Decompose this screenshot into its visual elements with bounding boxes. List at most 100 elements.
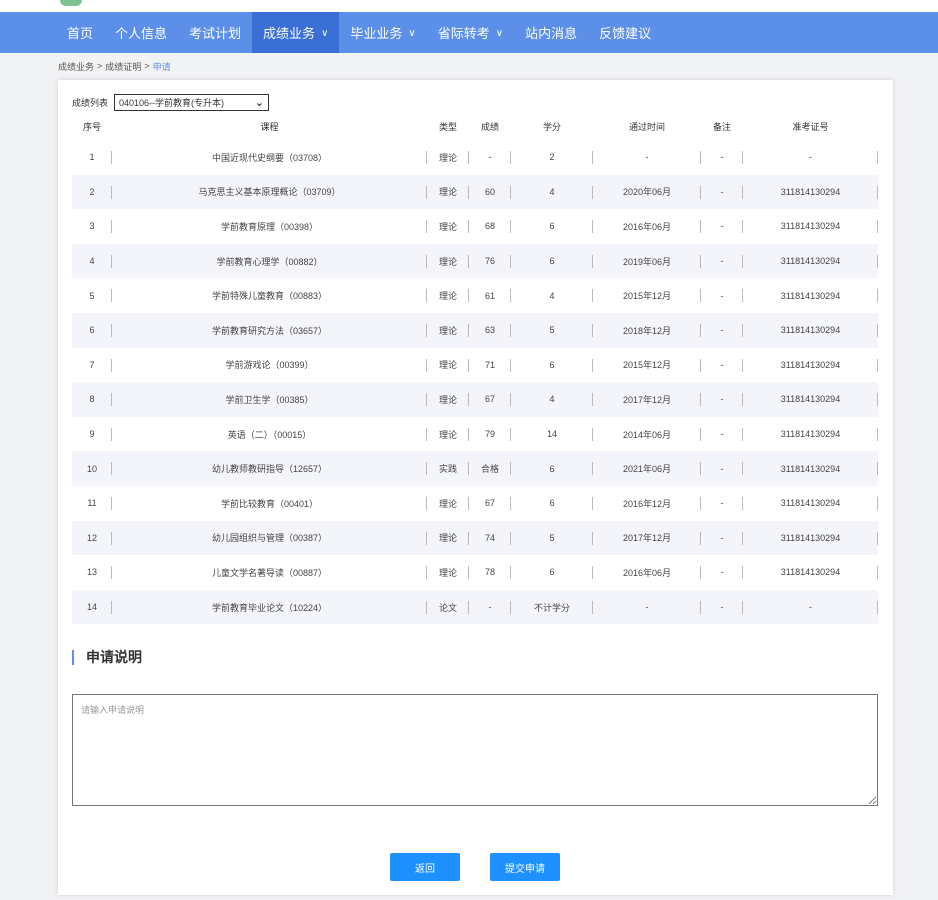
column-header: 序号 [82, 121, 101, 132]
table-row: 1 中国近现代史纲要（03708） 理论 -2- - - [72, 140, 878, 175]
table-cell: 2016年06月 [593, 555, 701, 590]
table-cell: - [743, 589, 878, 625]
table-cell: 4 [511, 382, 593, 417]
table-cell: 2016年12月 [593, 486, 701, 521]
table-cell: 学前教育心理学（00882） [112, 243, 427, 279]
table-row: 3 学前教育原理（00398） 理论 68 6 2016年06月 -311814130294 [72, 209, 878, 244]
nav-item-2[interactable]: 考试计划 [178, 12, 252, 53]
table-cell: - [701, 589, 743, 625]
table-cell: 理论 [427, 417, 469, 452]
table-cell: 理论 [427, 486, 469, 521]
table-cell: 幼儿教师教研指导（12657） [112, 451, 427, 486]
table-cell: 6 [511, 243, 593, 279]
table-cell: 311814130294 [743, 382, 878, 417]
table-cell: 马克思主义基本原理概论（03709） [112, 174, 427, 210]
table-cell: 理论 [427, 278, 469, 313]
nav-item-label: 站内消息 [525, 26, 578, 41]
table-cell: 学前教育研究方法（03657） [112, 312, 427, 348]
table-cell: 311814130294 [743, 209, 878, 244]
table-cell: 英语（二）（00015） [112, 417, 427, 452]
table-body: 1 中国近现代史纲要（03708） 理论 -2- - -2 马克思主义基本原理概论（0370… [72, 140, 878, 625]
table-cell: 63 [469, 312, 511, 348]
table-cell: 4 [511, 174, 593, 210]
nav-item-4[interactable]: 毕业业务 ∨ [339, 12, 426, 53]
table-cell: 2014年06月 [593, 417, 701, 452]
table-cell: 6 [511, 209, 593, 244]
table-cell: 2 [511, 140, 593, 175]
table-cell: 2 [72, 174, 112, 210]
breadcrumb-separator: > [144, 61, 150, 71]
table-cell: 学前教育毕业论文（10224） [112, 589, 427, 625]
grade-list-label: 成绩列表 [72, 98, 109, 108]
table-cell: - [469, 140, 511, 175]
breadcrumb-link[interactable]: 成绩证明 [105, 60, 141, 73]
table-cell: 理论 [427, 209, 469, 244]
table-cell: 学前游戏论（00399） [112, 348, 427, 383]
submit-application-button[interactable]: 提交申请 [490, 853, 560, 881]
table-cell: - [701, 209, 743, 244]
nav-item-1[interactable]: 个人信息 [104, 12, 178, 53]
chevron-down-icon: ∨ [495, 28, 504, 39]
table-cell: 311814130294 [743, 486, 878, 521]
table-cell: 2017年12月 [593, 382, 701, 417]
table-cell: - [701, 243, 743, 279]
nav-item-label: 首页 [67, 26, 94, 41]
nav-item-3[interactable]: 成绩业务 ∨ [252, 12, 340, 53]
table-cell: 6 [511, 348, 593, 383]
table-cell: 理论 [427, 382, 469, 417]
nav-item-6[interactable]: 站内消息 [514, 12, 588, 53]
table-cell: 2018年12月 [593, 312, 701, 348]
grade-list-select[interactable]: 040106--学前教育(专升本) ⌄ [114, 94, 270, 111]
table-cell: 14 [511, 417, 593, 452]
nav-item-0[interactable]: 首页 [56, 12, 104, 53]
application-reason-input[interactable] [72, 694, 878, 806]
table-cell: 5 [72, 278, 112, 313]
table-cell: 67 [469, 382, 511, 417]
nav-item-7[interactable]: 反馈建议 [588, 12, 662, 53]
table-cell: - [701, 555, 743, 590]
table-row: 2 马克思主义基本原理概论（03709） 理论 60 4 2020年06月 -3118141… [72, 174, 878, 210]
table-cell: - [701, 451, 743, 486]
nav-item-label: 反馈建议 [599, 26, 652, 41]
table-cell: - [701, 174, 743, 210]
application-section-title: 申请说明 [72, 650, 142, 665]
table-row: 7 学前游戏论（00399） 理论 71 6 2015年12月 -311814130294 [72, 348, 878, 383]
column-header: 成绩 [480, 121, 499, 132]
column-header: 准考证号 [792, 121, 829, 132]
table-cell: 理论 [427, 243, 469, 279]
table-cell: 5 [511, 312, 593, 348]
table-cell: 6 [511, 486, 593, 521]
table-header-row: 序号 课程 类型 成绩 学分 通过时间 备注 准考证号 [72, 112, 878, 140]
table-cell: 60 [469, 174, 511, 210]
breadcrumb: 成绩业务 > 成绩证明 > 申请 [0, 53, 938, 79]
table-cell: - [701, 348, 743, 383]
back-button[interactable]: 返回 [390, 853, 460, 881]
table-cell: 2019年06月 [593, 243, 701, 279]
table-cell: 14 [72, 589, 112, 625]
breadcrumb-current: 申请 [152, 61, 171, 72]
chevron-down-icon: ∨ [408, 28, 416, 39]
table-cell: 6 [511, 451, 593, 486]
grades-table: 序号 课程 类型 成绩 学分 通过时间 备注 准考证号 1 中国近现代史纲要（03708） 理论 -… [72, 112, 878, 625]
grade-list-select-value: 040106--学前教育(专升本) [119, 98, 225, 108]
table-row: 13 儿童文学名著导读（00887） 理论 78 6 2016年06月 -311814130… [72, 555, 878, 590]
table-row: 6 学前教育研究方法（03657） 理论 63 5 2018年12月 -3118141302… [72, 312, 878, 348]
nav-item-5[interactable]: 省际转考 ∨ [427, 12, 514, 53]
table-cell: 幼儿园组织与管理（00387） [112, 520, 427, 556]
table-cell: 68 [469, 209, 511, 244]
table-cell: 2021年06月 [593, 451, 701, 486]
breadcrumb-link[interactable]: 成绩业务 [58, 60, 94, 73]
nav-item-label: 成绩业务 [263, 26, 316, 41]
nav-item-label: 毕业业务 [350, 26, 403, 41]
chevron-down-icon: ∨ [321, 28, 329, 39]
table-cell: - [701, 417, 743, 452]
table-cell: 6 [72, 312, 112, 348]
breadcrumb-separator: > [97, 61, 103, 71]
table-cell: 不计学分 [511, 589, 593, 625]
table-cell: 78 [469, 555, 511, 590]
table-cell: 理论 [427, 520, 469, 556]
table-cell: 实践 [427, 451, 469, 486]
table-cell: - [701, 382, 743, 417]
table-cell: - [701, 312, 743, 348]
chevron-down-icon: ⌄ [254, 97, 265, 109]
